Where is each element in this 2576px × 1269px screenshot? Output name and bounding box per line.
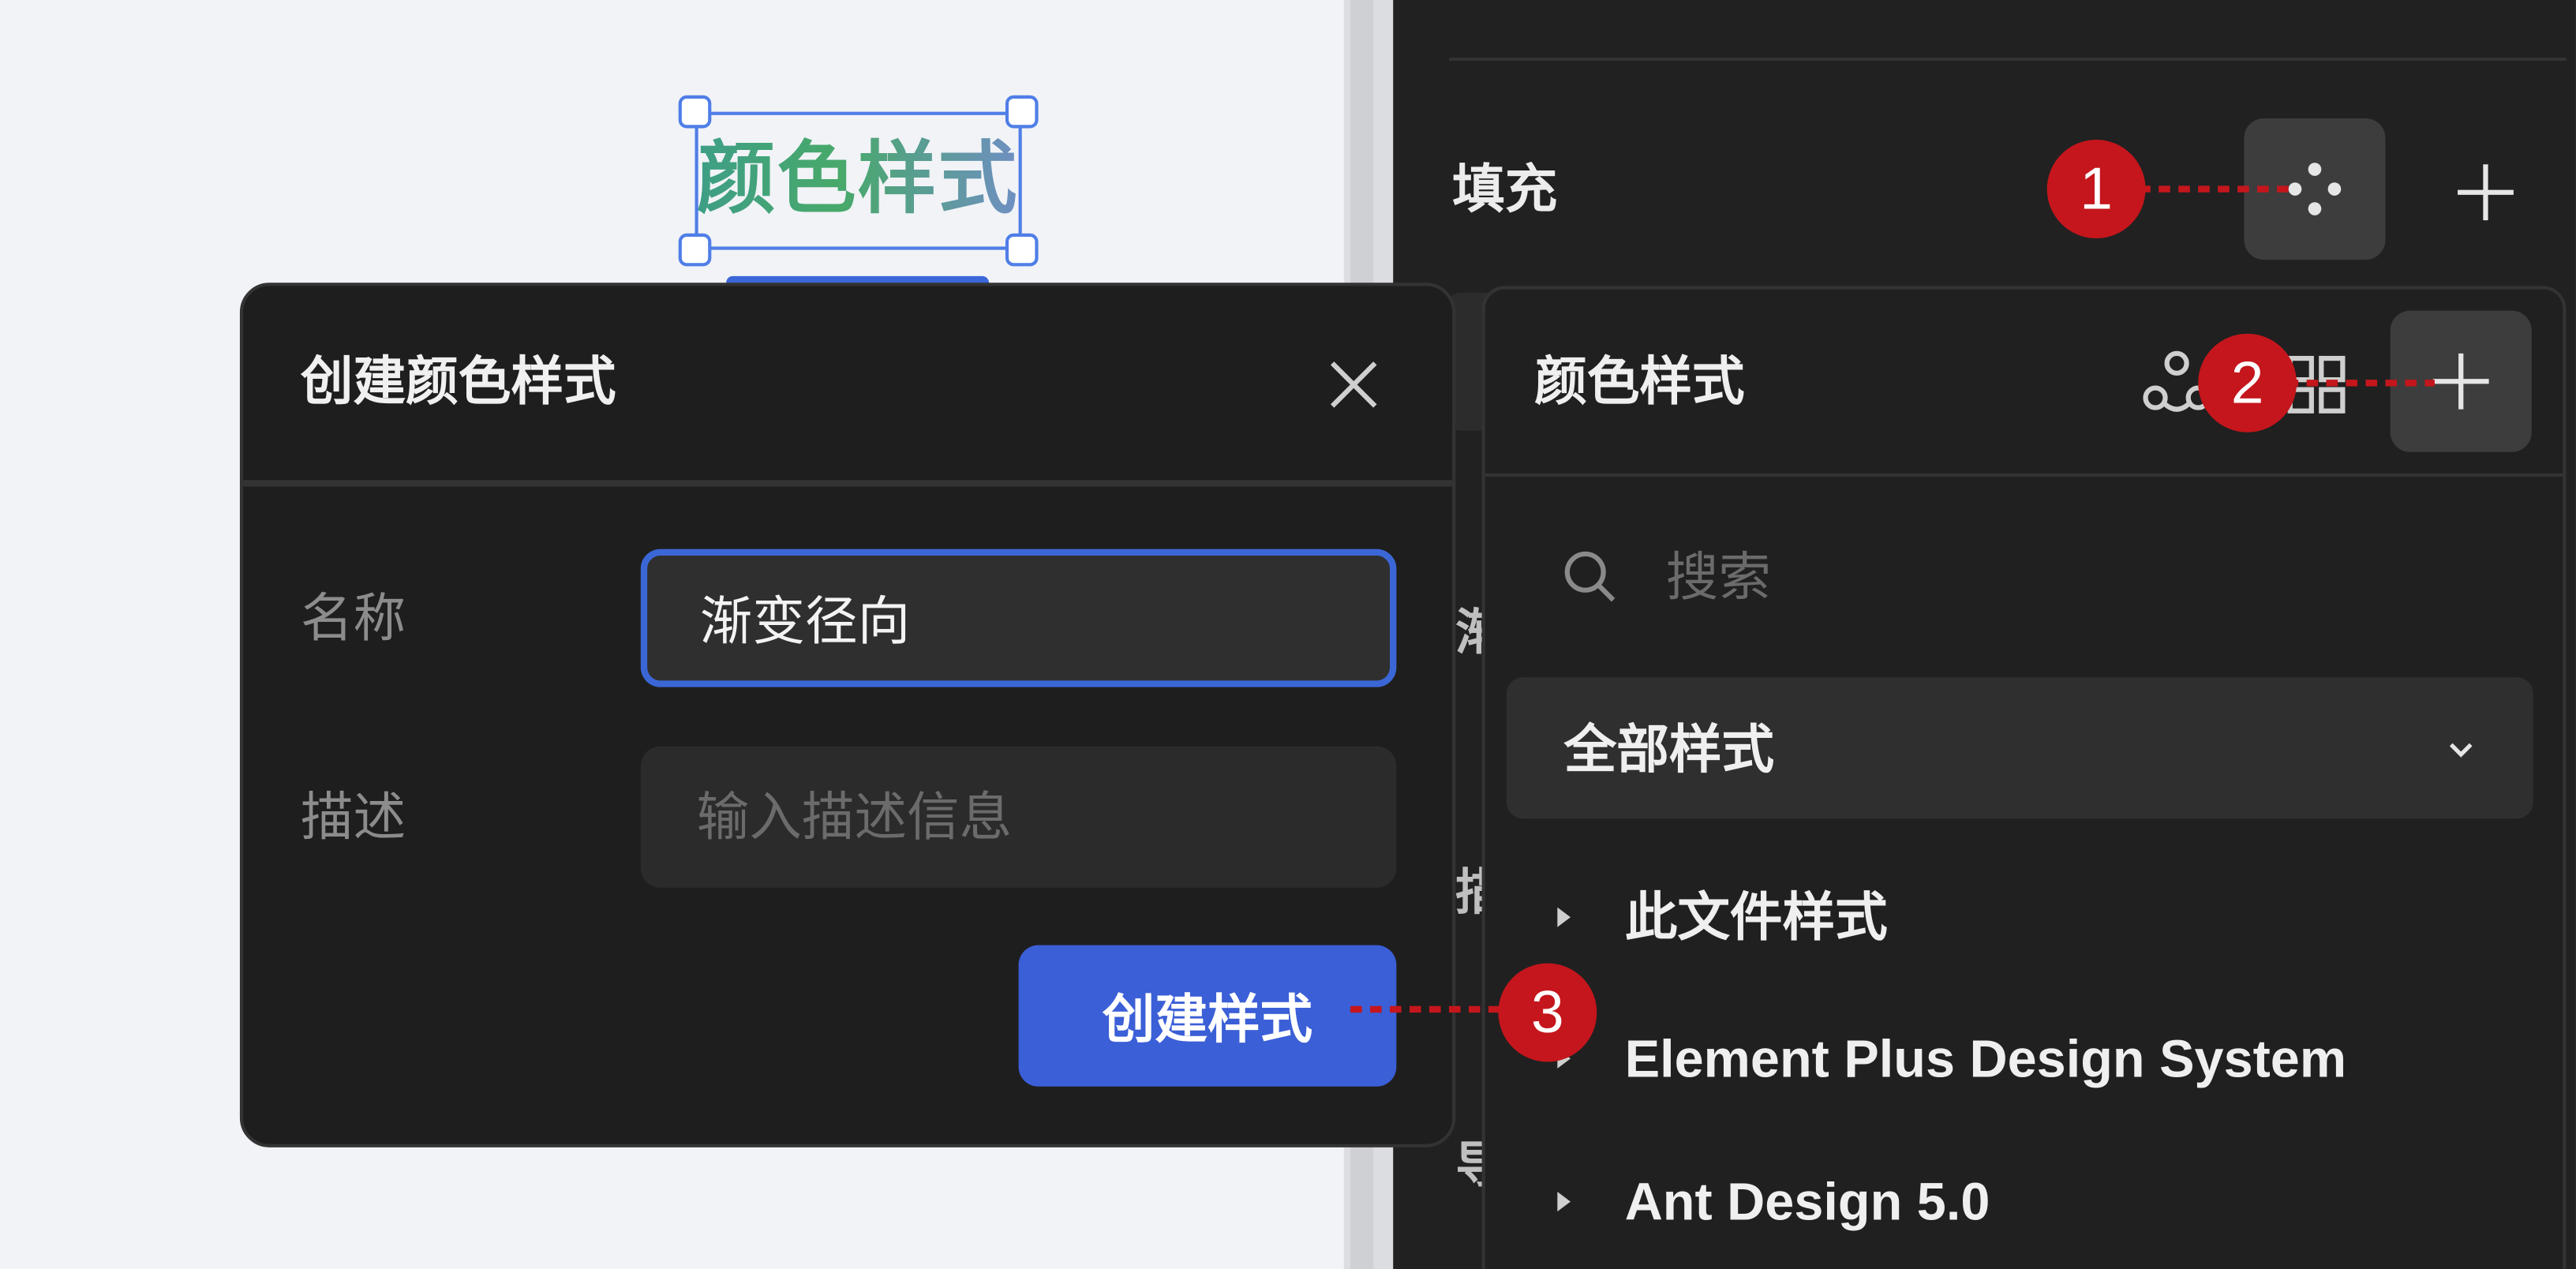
create-style-button[interactable]: 创建样式 bbox=[1018, 945, 1397, 1087]
style-name-input[interactable] bbox=[640, 548, 1397, 687]
style-description-input[interactable] bbox=[640, 746, 1397, 888]
dialog-title: 创建颜色样式 bbox=[300, 351, 616, 411]
caret-right-icon bbox=[1557, 1192, 1571, 1212]
plus-icon bbox=[2458, 164, 2514, 221]
library-item-label: Ant Design 5.0 bbox=[1624, 1172, 1990, 1232]
library-item[interactable]: Element Plus Design System bbox=[1544, 1013, 2497, 1111]
description-label: 描述 bbox=[300, 787, 406, 847]
callout-badge: 3 bbox=[1498, 963, 1597, 1062]
resize-handle-top-right[interactable] bbox=[1005, 95, 1039, 129]
color-styles-title: 颜色样式 bbox=[1534, 351, 1745, 411]
resize-handle-bottom-left[interactable] bbox=[678, 233, 712, 267]
add-color-style-button[interactable] bbox=[2390, 310, 2532, 452]
library-item[interactable]: 此文件样式 bbox=[1544, 871, 2497, 970]
filter-dropdown-label: 全部样式 bbox=[1563, 720, 1775, 780]
selection-box bbox=[695, 111, 1022, 250]
chevron-down-icon bbox=[2441, 730, 2481, 769]
popover-divider bbox=[1485, 473, 2563, 477]
resize-handle-bottom-right[interactable] bbox=[1005, 233, 1039, 267]
name-label: 名称 bbox=[300, 588, 406, 648]
panel-divider bbox=[1448, 57, 2567, 62]
plus-icon bbox=[2432, 353, 2489, 410]
library-item-label: 此文件样式 bbox=[1624, 887, 1888, 947]
fill-add-button[interactable] bbox=[2444, 152, 2526, 234]
callout-badge: 2 bbox=[2198, 333, 2297, 432]
app-stage: 颜色样式 填充 渐 描 导 颜色样式 搜索 全部样式 此文件样式 Element… bbox=[0, 0, 2576, 1269]
library-item-label: Element Plus Design System bbox=[1624, 1028, 2347, 1088]
styles-dots-icon bbox=[2288, 163, 2342, 215]
close-icon[interactable] bbox=[1324, 355, 1383, 414]
caret-right-icon bbox=[1557, 907, 1571, 927]
search-input[interactable] bbox=[1665, 539, 2488, 616]
fill-styles-button[interactable] bbox=[2244, 118, 2386, 260]
fill-section-title: 填充 bbox=[1452, 159, 1558, 219]
search-icon bbox=[1561, 548, 1620, 607]
library-item[interactable]: Ant Design 5.0 bbox=[1544, 1155, 2497, 1254]
resize-handle-top-left[interactable] bbox=[678, 95, 712, 129]
callout-badge: 1 bbox=[2046, 140, 2146, 239]
dialog-divider bbox=[243, 480, 1453, 487]
